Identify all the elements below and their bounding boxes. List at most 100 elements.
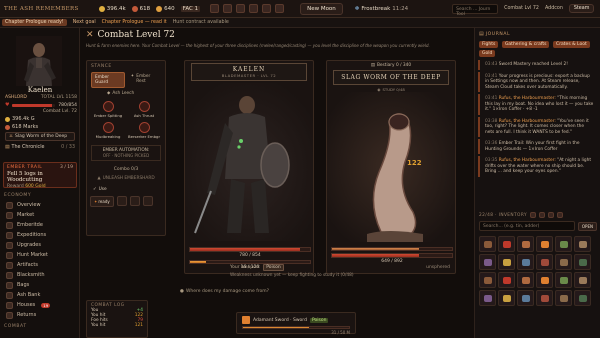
nav-emberitde[interactable]: Emberitde	[0, 220, 80, 230]
potion-slot-1[interactable]	[116, 196, 127, 206]
inventory-slot[interactable]	[498, 236, 515, 252]
enemy-figure	[327, 92, 455, 242]
inventory-slot[interactable]	[536, 290, 553, 306]
inventory-slot[interactable]	[517, 272, 534, 288]
inventory-search[interactable]: Search... (e.g. tin, adder)	[479, 221, 575, 231]
journal-entry: 03:41 Rufus, the Harbourmaster: "This mo…	[478, 94, 597, 115]
item-icon	[560, 241, 568, 248]
bestiary-counter[interactable]: ▤ Bestiary 0 / 340	[327, 63, 455, 68]
inventory-slot[interactable]	[498, 272, 515, 288]
filter-crates[interactable]: Crates & Loot	[553, 41, 590, 48]
chronicle-row[interactable]: ▤ The Chronicle 0 / 33	[5, 145, 75, 150]
potion-icon[interactable]	[236, 4, 246, 13]
item-icon	[579, 277, 587, 284]
skill-ash-thrust[interactable]: Ash Thrust	[127, 101, 161, 118]
inventory-slot[interactable]	[536, 254, 553, 270]
nav-hunt-market[interactable]: Hunt Market	[0, 250, 80, 260]
ember-icon	[6, 221, 13, 229]
skill-mudbreaking[interactable]: Mudbreaking	[91, 122, 125, 139]
inventory-slot[interactable]	[479, 236, 496, 252]
filter-icon[interactable]	[538, 212, 545, 218]
shop-icon[interactable]	[275, 4, 285, 13]
inventory-slot[interactable]	[498, 254, 515, 270]
inventory-slot[interactable]	[479, 254, 496, 270]
ember-trail-card[interactable]: EMBER TRAIL 3 / 19 Fell 5 logs in Woodcu…	[3, 162, 77, 189]
nav-upgrades[interactable]: Upgrades	[0, 240, 80, 250]
addcon-label[interactable]: Addcon	[545, 6, 563, 11]
potion-slot-3[interactable]	[142, 196, 153, 206]
journal-entry: 03:38 Rufus, the Harbourmaster: "You've …	[478, 116, 597, 137]
grid-icon[interactable]	[547, 212, 554, 218]
nav-artifacts[interactable]: Artifacts	[0, 260, 80, 270]
item-icon	[484, 277, 492, 284]
inventory-slot[interactable]	[555, 290, 572, 306]
inventory-slot[interactable]	[555, 272, 572, 288]
inventory-slot[interactable]	[517, 236, 534, 252]
az-sort-icon[interactable]	[556, 212, 563, 218]
gold-coin-icon	[98, 5, 105, 12]
inventory-slot[interactable]	[479, 290, 496, 306]
inventory-slot[interactable]	[517, 290, 534, 306]
ready-slot[interactable]: ✦ ready	[90, 196, 114, 207]
inventory-slot[interactable]	[536, 272, 553, 288]
hero-region: ASHLORD	[5, 95, 27, 100]
steam-button[interactable]: Steam	[568, 4, 595, 13]
inventory-slot[interactable]	[536, 236, 553, 252]
hunt-contract[interactable]: Hunt contract available	[173, 20, 229, 25]
inventory-slot[interactable]	[574, 272, 591, 288]
nav-returns[interactable]: Returns	[0, 310, 80, 320]
open-button[interactable]: OPEN	[577, 221, 597, 231]
next-goal-text[interactable]: Chapter Prologue — read it	[102, 20, 167, 25]
info-icon: ●	[180, 289, 184, 294]
enemy-damage-float: 122	[407, 159, 422, 167]
item-icon	[522, 259, 530, 266]
inventory-slot[interactable]	[555, 254, 572, 270]
nav-blacksmith[interactable]: Blacksmith	[0, 270, 80, 280]
poison-badge: Poison	[309, 317, 329, 323]
flame-icon: ✦	[130, 74, 135, 79]
skill-berserker[interactable]: Berserker Embgr	[127, 122, 161, 139]
nav-expeditions[interactable]: Expeditions	[0, 230, 80, 240]
inventory-slot[interactable]	[517, 254, 534, 270]
filter-gathering[interactable]: Gathering & crafts	[501, 41, 550, 48]
stance-ember-guard[interactable]: Ember Guard	[91, 72, 125, 88]
search-input[interactable]: Search ... Journ Tool	[452, 3, 499, 17]
inventory-slot[interactable]	[498, 290, 515, 306]
weapon-loot-card[interactable]: Adamant Sword · Sword Poison 31 / 50 M	[236, 312, 356, 335]
combat-log: COMBAT LOG You +4 You hit 122 Foe hits 79 Y…	[86, 300, 148, 338]
mail-icon[interactable]	[262, 4, 272, 13]
damage-info-link[interactable]: ● Where does my damage come from?	[180, 289, 269, 294]
sort-icon[interactable]	[529, 212, 536, 218]
chapter-ready-tag[interactable]: Chapter Prologue ready!	[2, 19, 67, 26]
filter-fights[interactable]: Fights	[479, 41, 499, 48]
skill-ember-spitting[interactable]: Ember Spitting	[91, 101, 125, 118]
potion-slot-2[interactable]	[129, 196, 140, 206]
inventory-slot[interactable]	[574, 254, 591, 270]
journal-entries: 03:43 Sword Mastery reached Level 2! 03:…	[475, 60, 600, 177]
inventory-slot[interactable]	[479, 272, 496, 288]
nav-bags[interactable]: Bags	[0, 280, 80, 290]
inventory-slot[interactable]	[574, 290, 591, 306]
trophy-icon[interactable]	[210, 4, 220, 13]
nav-houses[interactable]: Houses 19	[0, 300, 80, 310]
app-title: THE ASH REMEMBERS	[4, 5, 79, 12]
next-goal-label: Next goal	[72, 20, 96, 25]
nav-ash-bank[interactable]: Ash Bank	[0, 290, 80, 300]
automation-box[interactable]: EMBER AUTOMATION: OFF · NOTHING PICKED	[91, 145, 161, 161]
berserk-icon	[138, 122, 150, 133]
anvil-icon	[6, 271, 13, 279]
ash-leech-toggle[interactable]: ◆ Ash Leech	[87, 88, 165, 99]
gift-icon[interactable]	[249, 4, 259, 13]
inventory-slot[interactable]	[574, 236, 591, 252]
inventory-slot[interactable]	[555, 236, 572, 252]
use-toggle[interactable]: ✓ Use	[87, 181, 165, 192]
journal-icon[interactable]	[223, 4, 233, 13]
filter-gold[interactable]: Gold	[479, 50, 496, 57]
equipped-target[interactable]: ⚔ Slag Worm of the Deep	[5, 132, 75, 141]
moon-phase-button[interactable]: New Moon	[300, 2, 343, 15]
stance-ember-rest[interactable]: ✦ Ember Rest	[128, 72, 161, 88]
worm-icon: ⚔	[9, 134, 14, 139]
nav-overview[interactable]: Overview	[0, 200, 80, 210]
journal-filters: Fights Gathering & crafts Crates & Loot …	[475, 40, 600, 58]
nav-market[interactable]: Market	[0, 210, 80, 220]
